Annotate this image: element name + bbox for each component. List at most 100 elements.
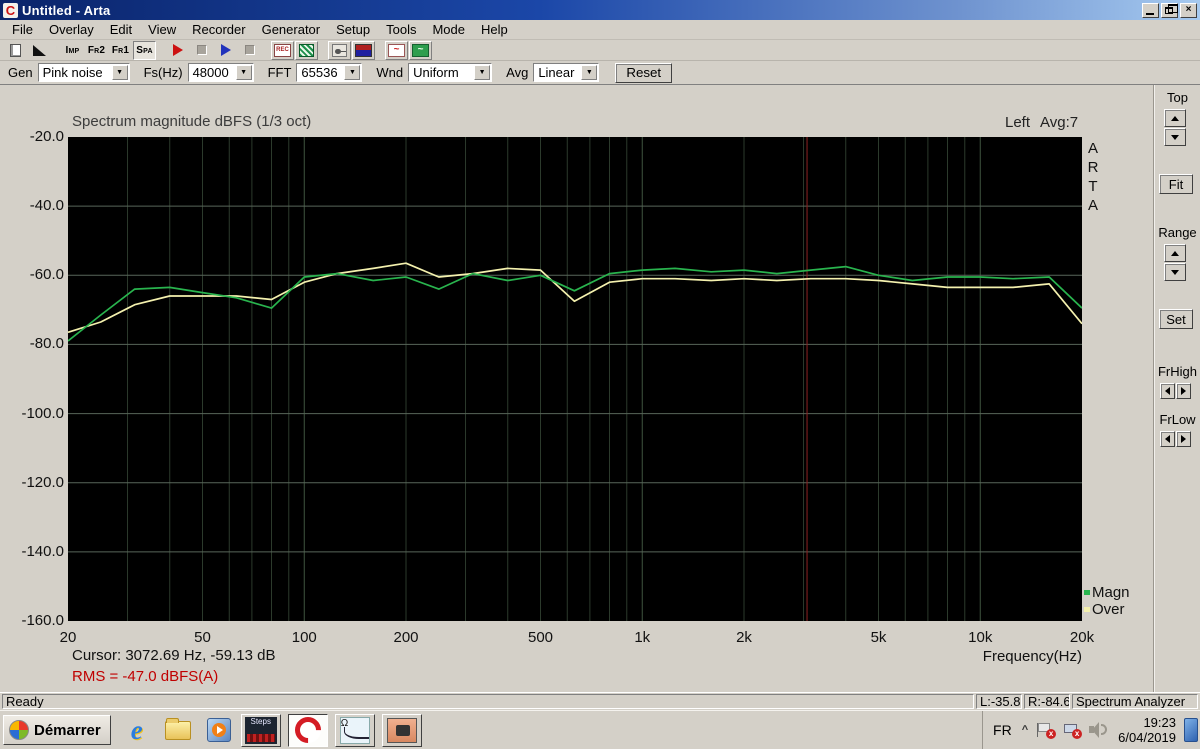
cursor-readout: Cursor: 3072.69 Hz, -59.13 dB: [72, 647, 276, 664]
x-tick-label: 100: [291, 629, 317, 646]
rms-readout: RMS = -47.0 dBFS(A): [72, 668, 219, 685]
mic-icon: [332, 43, 347, 57]
window-select-label: Wnd: [376, 65, 404, 80]
close-button[interactable]: ×: [1180, 2, 1197, 18]
top-up-button[interactable]: [1164, 109, 1186, 127]
window-select[interactable]: Uniform ▼: [408, 63, 493, 82]
show-desktop-icon[interactable]: [1184, 718, 1198, 742]
internet-explorer-icon[interactable]: e: [122, 715, 152, 745]
menu-mode[interactable]: Mode: [424, 20, 473, 39]
frhigh-left-button[interactable]: [1160, 383, 1175, 399]
taskbar-item-capture[interactable]: [381, 713, 422, 747]
rec-setup-button[interactable]: REC: [271, 40, 294, 60]
minimize-icon: [1146, 12, 1154, 15]
mic-button[interactable]: [328, 40, 351, 60]
arrow-up-icon: [1171, 250, 1179, 256]
record-stop-button[interactable]: [190, 40, 213, 60]
spectrum-plot[interactable]: [67, 137, 1083, 621]
wedge-icon: [33, 44, 46, 56]
range-up-button[interactable]: [1164, 244, 1186, 262]
menu-tools[interactable]: Tools: [378, 20, 424, 39]
chevron-down-icon[interactable]: ▼: [111, 65, 128, 80]
range-label: Range: [1158, 225, 1197, 240]
language-indicator[interactable]: FR: [993, 722, 1012, 738]
left-channel-level: L:-35.8dB: [976, 694, 1022, 709]
arrow-down-icon: [1171, 134, 1179, 140]
fr2-mode-button[interactable]: Fr2: [85, 40, 108, 60]
record-button[interactable]: [166, 40, 189, 60]
new-file-button[interactable]: [4, 40, 27, 60]
fit-button[interactable]: Fit: [1159, 174, 1193, 194]
range-down-button[interactable]: [1164, 263, 1186, 281]
menu-recorder[interactable]: Recorder: [184, 20, 253, 39]
x-tick-label: 1k: [634, 629, 651, 646]
tray-expand-icon[interactable]: ^: [1022, 724, 1028, 736]
x-tick-label: 50: [194, 629, 211, 646]
fr1-mode-button[interactable]: Fr1: [109, 40, 132, 60]
menu-edit[interactable]: Edit: [102, 20, 140, 39]
chevron-down-icon[interactable]: ▼: [235, 65, 252, 80]
scope-icon: [299, 43, 314, 57]
status-bar: Ready L:-35.8dB R:-84.6dB Spectrum Analy…: [0, 692, 1200, 710]
avg-count-label: Avg:7: [1040, 114, 1079, 131]
set-button[interactable]: Set: [1159, 309, 1193, 329]
signal-wedge-button[interactable]: [28, 40, 51, 60]
x-tick-label: 500: [527, 629, 554, 646]
taskbar-item-arta[interactable]: [287, 711, 328, 749]
start-button[interactable]: Démarrer: [3, 715, 111, 745]
menu-view[interactable]: View: [140, 20, 184, 39]
menu-overlay[interactable]: Overlay: [41, 20, 102, 39]
signal-generator-red-button[interactable]: ~: [385, 40, 408, 60]
media-player-icon[interactable]: [204, 715, 234, 745]
menu-generator[interactable]: Generator: [254, 20, 329, 39]
mode-indicator: Spectrum Analyzer: [1072, 694, 1198, 709]
play-button[interactable]: [214, 40, 237, 60]
imp-mode-button-label: Imp: [65, 44, 80, 56]
taskbar-item-steps[interactable]: Steps: [240, 713, 281, 747]
imp-mode-button[interactable]: Imp: [61, 40, 84, 60]
sample-rate-select[interactable]: 48000 ▼: [187, 63, 254, 82]
arrow-right-icon: [1181, 387, 1186, 395]
status-message: Ready: [2, 694, 974, 709]
spa-mode-button[interactable]: Spa: [133, 40, 156, 60]
arrow-right-icon: [1181, 435, 1186, 443]
top-down-button[interactable]: [1164, 128, 1186, 146]
restore-button[interactable]: [1161, 2, 1178, 18]
frhigh-right-button[interactable]: [1176, 383, 1191, 399]
taskbar-clock[interactable]: 19:23 6/04/2019: [1118, 715, 1176, 745]
menu-setup[interactable]: Setup: [328, 20, 378, 39]
x-tick-label: 2k: [736, 629, 752, 646]
arrow-up-icon: [1171, 115, 1179, 121]
file-explorer-icon[interactable]: [163, 715, 193, 745]
taskbar: Démarrer e Steps Ω FR ^ x x 19:23 6/04/2…: [0, 710, 1200, 749]
level-meter-button[interactable]: [352, 40, 375, 60]
chevron-down-icon[interactable]: ▼: [344, 65, 361, 80]
steps-app-icon: Steps: [244, 716, 277, 744]
arta-watermark: ARTA: [1087, 140, 1099, 214]
taskbar-item-limp[interactable]: Ω: [334, 713, 375, 747]
minimize-button[interactable]: [1142, 2, 1159, 18]
top-label: Top: [1167, 90, 1188, 105]
security-alert-icon[interactable]: x: [1036, 721, 1057, 739]
plot-side-panel: TopFitFitRangeSetSetFrHighFrLow: [1155, 85, 1200, 692]
volume-icon[interactable]: [1088, 721, 1108, 739]
signal-generator-green-button[interactable]: ~: [409, 40, 432, 60]
chevron-down-icon[interactable]: ▼: [581, 65, 598, 80]
scope-button[interactable]: [295, 40, 318, 60]
x-tick-label: 200: [393, 629, 419, 646]
averaging-select[interactable]: Linear ▼: [533, 63, 600, 82]
menu-file[interactable]: File: [4, 20, 41, 39]
fft-size-select[interactable]: 65536 ▼: [296, 63, 363, 82]
network-disconnected-icon[interactable]: x: [1062, 721, 1083, 739]
window-select-value: Uniform: [413, 65, 459, 80]
clock-time: 19:23: [1143, 715, 1176, 730]
menu-help[interactable]: Help: [473, 20, 516, 39]
frlow-right-button[interactable]: [1176, 431, 1191, 447]
play-stop-button[interactable]: [238, 40, 261, 60]
arrow-left-icon: [1165, 435, 1170, 443]
reset-button[interactable]: Reset: [615, 62, 673, 83]
generator-select[interactable]: Pink noise ▼: [37, 63, 130, 82]
window-title: Untitled - Arta: [22, 2, 111, 18]
chevron-down-icon[interactable]: ▼: [474, 65, 491, 80]
frlow-left-button[interactable]: [1160, 431, 1175, 447]
